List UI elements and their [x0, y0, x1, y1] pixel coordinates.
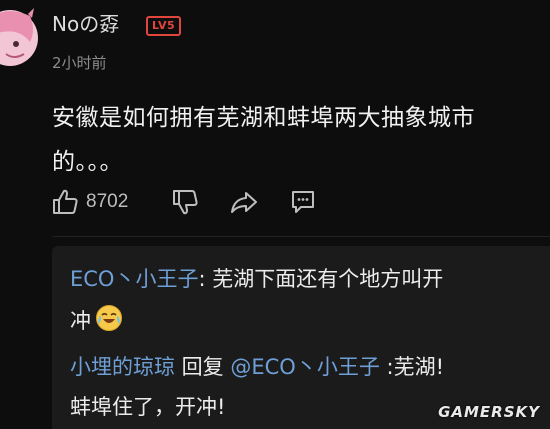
reply-1-separator: : — [198, 267, 206, 291]
reply-1-text: 芜湖下面还有个地方叫开 — [205, 267, 444, 291]
share-icon — [231, 192, 257, 213]
thumbs-up-icon — [53, 189, 78, 214]
avatar[interactable] — [0, 8, 38, 84]
laughing-crying-emoji — [95, 304, 123, 340]
reply-1-line-2: 冲 — [70, 304, 123, 340]
watermark: GAMERSKY — [438, 403, 540, 421]
comment-icon — [292, 191, 314, 213]
reply-1-line-1: ECO丶小王子: 芜湖下面还有个地方叫开 — [70, 264, 443, 294]
reply-button[interactable] — [288, 182, 318, 222]
divider — [52, 236, 550, 237]
thumbs-down-icon — [173, 190, 198, 215]
reply-2-line-2: 蚌埠住了，开冲! — [70, 392, 225, 422]
reply-2-text-cont: 蚌埠住了，开冲! — [70, 395, 226, 419]
comment-screen: Noの孬 LV5 2小时前 安徽是如何拥有芜湖和蚌埠两大抽象城市的。。。 870… — [0, 0, 550, 429]
username[interactable]: Noの孬 — [52, 10, 119, 38]
share-button[interactable] — [228, 182, 260, 222]
avatar-image — [0, 8, 38, 66]
like-button[interactable]: 8702 — [50, 182, 128, 222]
reply-2-text: :芜湖! — [379, 355, 445, 379]
reply-2-author[interactable]: 小埋的琼琼 — [70, 355, 175, 379]
reply-1-text-cont: 冲 — [70, 309, 91, 333]
reply-1-author[interactable]: ECO丶小王子 — [70, 267, 198, 291]
reply-2-line-1: 小埋的琼琼 回复 @ECO丶小王子 :芜湖! — [70, 352, 444, 382]
timestamp: 2小时前 — [52, 54, 107, 72]
reply-2-reply-word: 回复 — [175, 355, 231, 379]
replies-panel[interactable]: ECO丶小王子: 芜湖下面还有个地方叫开 冲 小埋的琼琼 回复 @ECO丶小王子… — [52, 246, 550, 429]
like-count: 8702 — [86, 191, 129, 212]
reply-2-mention[interactable]: @ECO丶小王子 — [230, 355, 379, 379]
dislike-button[interactable] — [170, 182, 200, 222]
comment-text: 安徽是如何拥有芜湖和蚌埠两大抽象城市的。。。 — [52, 105, 475, 175]
level-badge: LV5 — [146, 16, 182, 36]
